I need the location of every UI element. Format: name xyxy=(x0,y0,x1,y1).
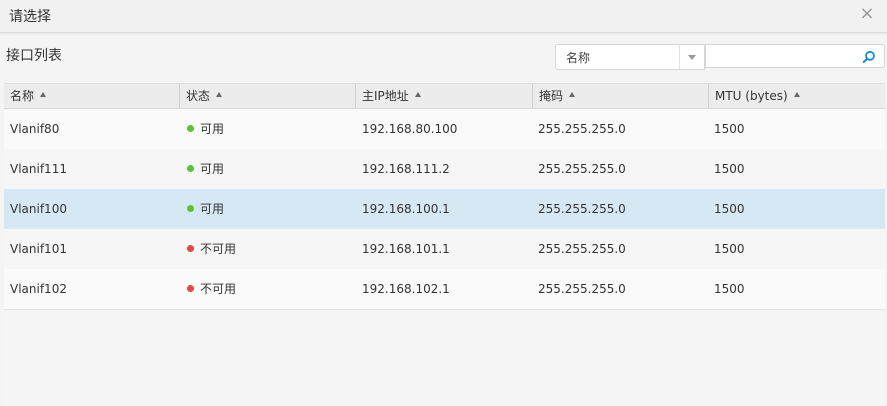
status-text: 可用 xyxy=(200,162,225,176)
cell-mask: 255.255.255.0 xyxy=(538,282,626,296)
column-header-label: 状态 xyxy=(186,89,211,103)
status-text: 不可用 xyxy=(200,282,237,296)
status-dot-icon xyxy=(187,285,194,292)
column-header-label: 主IP地址 xyxy=(362,89,409,103)
chevron-down-icon[interactable] xyxy=(679,45,704,69)
cell-ip: 192.168.111.2 xyxy=(362,162,450,176)
select-dialog: 请选择 × 接口列表 名称 名称 状态 主IP地址 掩码 MTU (bytes)… xyxy=(0,0,887,406)
cell-ip: 192.168.101.1 xyxy=(362,242,450,256)
column-header-name[interactable]: 名称 xyxy=(4,84,179,108)
cell-name: Vlanif102 xyxy=(10,282,67,296)
cell-mask: 255.255.255.0 xyxy=(538,202,626,216)
cell-mtu: 1500 xyxy=(714,122,745,136)
column-header-mask[interactable]: 掩码 xyxy=(532,84,708,108)
search-icon xyxy=(862,50,875,63)
status-text: 可用 xyxy=(200,202,225,216)
table-row[interactable]: Vlanif100 可用 192.168.100.1 255.255.255.0… xyxy=(4,189,885,230)
section-title: 接口列表 xyxy=(6,48,62,64)
cell-ip: 192.168.80.100 xyxy=(362,122,458,136)
column-header-status[interactable]: 状态 xyxy=(179,84,355,108)
table-row[interactable]: Vlanif80 可用 192.168.80.100 255.255.255.0… xyxy=(4,109,885,150)
cell-mtu: 1500 xyxy=(714,242,745,256)
status-text: 不可用 xyxy=(200,242,237,256)
status-dot-icon xyxy=(187,245,194,252)
search-button[interactable] xyxy=(855,44,885,68)
column-header-label: MTU (bytes) xyxy=(715,89,788,103)
column-header-label: 名称 xyxy=(10,89,35,103)
status-dot-icon xyxy=(187,125,194,132)
column-header-label: 掩码 xyxy=(539,89,564,103)
cell-status: 可用 xyxy=(181,109,357,149)
search-input[interactable] xyxy=(705,44,855,68)
cell-name: Vlanif111 xyxy=(10,162,67,176)
table-row[interactable]: Vlanif111 可用 192.168.111.2 255.255.255.0… xyxy=(4,149,885,190)
sort-asc-icon xyxy=(793,92,800,97)
column-header-ip[interactable]: 主IP地址 xyxy=(355,84,532,108)
cell-status: 不可用 xyxy=(181,229,357,269)
column-header-mtu[interactable]: MTU (bytes) xyxy=(708,84,885,108)
dialog-title: 请选择 xyxy=(9,9,51,25)
sort-asc-icon xyxy=(569,92,576,97)
table-row[interactable]: Vlanif102 不可用 192.168.102.1 255.255.255.… xyxy=(4,269,885,310)
cell-mtu: 1500 xyxy=(714,162,745,176)
dialog-titlebar: 请选择 × xyxy=(0,0,887,33)
close-icon[interactable]: × xyxy=(857,4,877,24)
sort-asc-icon xyxy=(40,92,47,97)
cell-mask: 255.255.255.0 xyxy=(538,162,626,176)
table-header: 名称 状态 主IP地址 掩码 MTU (bytes) xyxy=(4,84,885,109)
sort-asc-icon xyxy=(216,92,223,97)
interface-table: 名称 状态 主IP地址 掩码 MTU (bytes) Vlanif80 可用 1… xyxy=(4,83,885,406)
cell-ip: 192.168.100.1 xyxy=(362,202,450,216)
cell-status: 可用 xyxy=(181,149,357,189)
sort-asc-icon xyxy=(414,92,421,97)
cell-status: 可用 xyxy=(181,189,357,229)
cell-name: Vlanif100 xyxy=(10,202,67,216)
search-field-select-value: 名称 xyxy=(566,51,591,65)
search-field-select[interactable]: 名称 xyxy=(555,44,705,70)
table-row[interactable]: Vlanif101 不可用 192.168.101.1 255.255.255.… xyxy=(4,229,885,270)
cell-mask: 255.255.255.0 xyxy=(538,242,626,256)
cell-mask: 255.255.255.0 xyxy=(538,122,626,136)
status-text: 可用 xyxy=(200,122,225,136)
cell-ip: 192.168.102.1 xyxy=(362,282,450,296)
cell-status: 不可用 xyxy=(181,269,357,309)
search-bar: 名称 xyxy=(555,44,885,70)
cell-name: Vlanif80 xyxy=(10,122,60,136)
status-dot-icon xyxy=(187,165,194,172)
cell-mtu: 1500 xyxy=(714,282,745,296)
status-dot-icon xyxy=(187,205,194,212)
cell-name: Vlanif101 xyxy=(10,242,67,256)
cell-mtu: 1500 xyxy=(714,202,745,216)
